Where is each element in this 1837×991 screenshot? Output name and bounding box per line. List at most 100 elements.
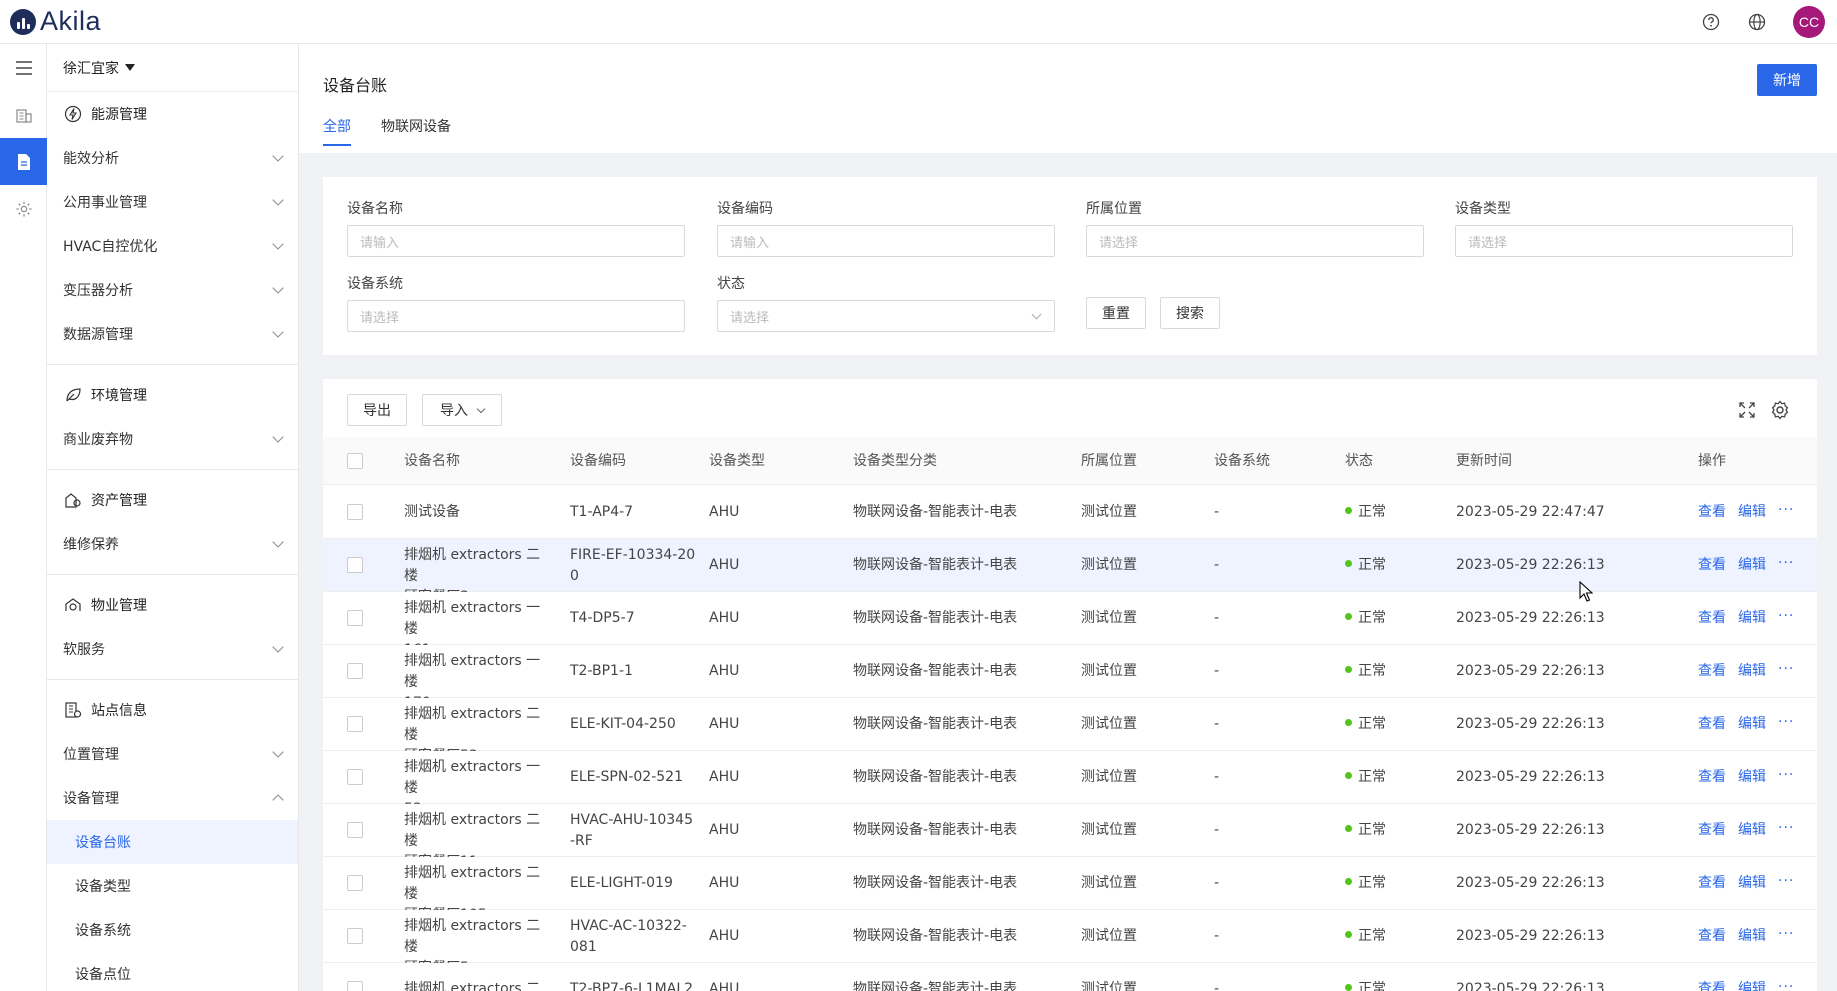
fullscreen-icon[interactable]: [1736, 399, 1758, 421]
sidebar-item-maintenance[interactable]: 维修保养: [47, 522, 298, 566]
device-name-input[interactable]: 请输入: [347, 225, 685, 257]
sidebar-item-location[interactable]: 位置管理: [47, 732, 298, 776]
table-row[interactable]: 排烟机 extractors 二楼顾客餐厅53ELE-KIT-04-250AHU…: [323, 698, 1817, 764]
status-select[interactable]: 请选择: [717, 300, 1055, 332]
more-actions-icon[interactable]: ···: [1778, 977, 1794, 991]
view-link[interactable]: 查看: [1698, 820, 1726, 841]
table-row[interactable]: 排烟机 extractors 一楼170T2-BP1-1AHU物联网设备-智能表…: [323, 645, 1817, 711]
table-row[interactable]: 排烟机 extractors 一楼53ELE-SPN-02-521AHU物联网设…: [323, 751, 1817, 817]
row-checkbox[interactable]: [347, 610, 363, 626]
device-category-cell: 物联网设备-智能表计-电表: [853, 663, 1018, 679]
add-button[interactable]: 新增: [1757, 64, 1817, 96]
edit-link[interactable]: 编辑: [1738, 767, 1766, 788]
edit-link[interactable]: 编辑: [1738, 979, 1766, 991]
device-name-line: 排烟机 extractors 一楼: [404, 653, 541, 690]
settings-nav-icon[interactable]: [0, 185, 47, 232]
divider: [47, 461, 298, 470]
building-nav-icon[interactable]: [0, 91, 47, 138]
more-actions-icon[interactable]: ···: [1778, 606, 1794, 627]
device-code-line: FIRE-EF-10334-20: [570, 547, 696, 563]
device-code-line: T2-BP1-1: [570, 663, 633, 679]
sidebar-item-transformer[interactable]: 变压器分析: [47, 268, 298, 312]
more-actions-icon[interactable]: ···: [1778, 712, 1794, 733]
table-row[interactable]: 排烟机 extractors 二楼顾客餐厅11HVAC-AHU-10345-RF…: [323, 804, 1817, 870]
mouse-cursor-icon: [1579, 581, 1593, 602]
sidebar-item-label: 商业废弃物: [63, 432, 133, 448]
view-link[interactable]: 查看: [1698, 608, 1726, 629]
view-link[interactable]: 查看: [1698, 979, 1726, 991]
sidebar-item-device-mgmt[interactable]: 设备管理: [47, 776, 298, 820]
location-select[interactable]: 请选择: [1086, 225, 1424, 257]
question-circle-icon[interactable]: [1701, 12, 1721, 32]
edit-link[interactable]: 编辑: [1738, 555, 1766, 576]
row-checkbox[interactable]: [347, 928, 363, 944]
menu-toggle-icon[interactable]: [0, 44, 47, 91]
sidebar-item-hvac[interactable]: HVAC自控优化: [47, 224, 298, 268]
sidebar-subitem-type[interactable]: 设备类型: [47, 864, 298, 908]
more-actions-icon[interactable]: ···: [1778, 553, 1794, 574]
app-logo[interactable]: Akila: [10, 6, 101, 37]
tab-all[interactable]: 全部: [323, 116, 351, 146]
device-type-cell: AHU: [709, 610, 740, 626]
more-actions-icon[interactable]: ···: [1778, 659, 1794, 680]
edit-link[interactable]: 编辑: [1738, 608, 1766, 629]
globe-icon[interactable]: [1747, 12, 1767, 32]
row-checkbox[interactable]: [347, 663, 363, 679]
status-cell: 正常: [1345, 714, 1386, 735]
edit-link[interactable]: 编辑: [1738, 820, 1766, 841]
sidebar-item-utility[interactable]: 公用事业管理: [47, 180, 298, 224]
sidebar-item-datasource[interactable]: 数据源管理: [47, 312, 298, 356]
view-link[interactable]: 查看: [1698, 502, 1726, 523]
document-nav-icon[interactable]: [0, 138, 47, 185]
more-actions-icon[interactable]: ···: [1778, 924, 1794, 945]
reset-button[interactable]: 重置: [1086, 297, 1146, 329]
view-link[interactable]: 查看: [1698, 873, 1726, 894]
select-all-checkbox[interactable]: [347, 453, 363, 469]
edit-link[interactable]: 编辑: [1738, 714, 1766, 735]
more-actions-icon[interactable]: ···: [1778, 765, 1794, 786]
more-actions-icon[interactable]: ···: [1778, 818, 1794, 839]
site-selector[interactable]: 徐汇宜家: [47, 44, 298, 92]
device-type-select[interactable]: 请选择: [1455, 225, 1793, 257]
sidebar-item-label: 软服务: [63, 642, 105, 658]
row-checkbox[interactable]: [347, 504, 363, 520]
row-checkbox[interactable]: [347, 557, 363, 573]
edit-link[interactable]: 编辑: [1738, 926, 1766, 947]
table-row[interactable]: 排烟机 extractors 二楼 T2-BP7-6-L1MAL2 AHU 物联网设备…: [323, 963, 1817, 991]
user-avatar[interactable]: CC: [1793, 6, 1825, 38]
view-link[interactable]: 查看: [1698, 661, 1726, 682]
sidebar-subitem-ledger[interactable]: 设备台账: [47, 820, 298, 864]
row-checkbox[interactable]: [347, 769, 363, 785]
view-link[interactable]: 查看: [1698, 767, 1726, 788]
updated-time-cell: 2023-05-29 22:26:13: [1456, 557, 1605, 573]
edit-link[interactable]: 编辑: [1738, 873, 1766, 894]
edit-link[interactable]: 编辑: [1738, 661, 1766, 682]
device-code-input[interactable]: 请输入: [717, 225, 1055, 257]
field-label: 状态: [717, 276, 745, 292]
row-checkbox[interactable]: [347, 981, 363, 991]
row-checkbox[interactable]: [347, 875, 363, 891]
more-actions-icon[interactable]: ···: [1778, 871, 1794, 892]
sidebar-item-efficiency[interactable]: 能效分析: [47, 136, 298, 180]
view-link[interactable]: 查看: [1698, 926, 1726, 947]
gear-icon[interactable]: [1769, 399, 1791, 421]
export-button[interactable]: 导出: [347, 394, 407, 426]
sidebar-subitem-system[interactable]: 设备系统: [47, 908, 298, 952]
edit-link[interactable]: 编辑: [1738, 502, 1766, 523]
row-checkbox[interactable]: [347, 716, 363, 732]
chevron-down-icon: [272, 641, 284, 653]
more-actions-icon[interactable]: ···: [1778, 500, 1794, 521]
tab-iot-devices[interactable]: 物联网设备: [381, 116, 451, 146]
table-row[interactable]: 测试设备 T1-AP4-7 AHU 物联网设备-智能表计-电表 测试位置 - 正常 2023-…: [323, 486, 1817, 539]
device-system-select[interactable]: 请选择: [347, 300, 685, 332]
table-row[interactable]: 排烟机 extractors 二楼顾客餐厅5HVAC-AC-10322-081A…: [323, 910, 1817, 976]
import-button[interactable]: 导入: [422, 394, 502, 426]
table-row[interactable]: 排烟机 extractors 二楼顾客餐厅105ELE-LIGHT-019AHU…: [323, 857, 1817, 923]
sidebar-item-soft-service[interactable]: 软服务: [47, 627, 298, 671]
view-link[interactable]: 查看: [1698, 555, 1726, 576]
search-button[interactable]: 搜索: [1160, 297, 1220, 329]
view-link[interactable]: 查看: [1698, 714, 1726, 735]
row-checkbox[interactable]: [347, 822, 363, 838]
sidebar-subitem-points[interactable]: 设备点位: [47, 952, 298, 991]
sidebar-item-waste[interactable]: 商业废弃物: [47, 417, 298, 461]
